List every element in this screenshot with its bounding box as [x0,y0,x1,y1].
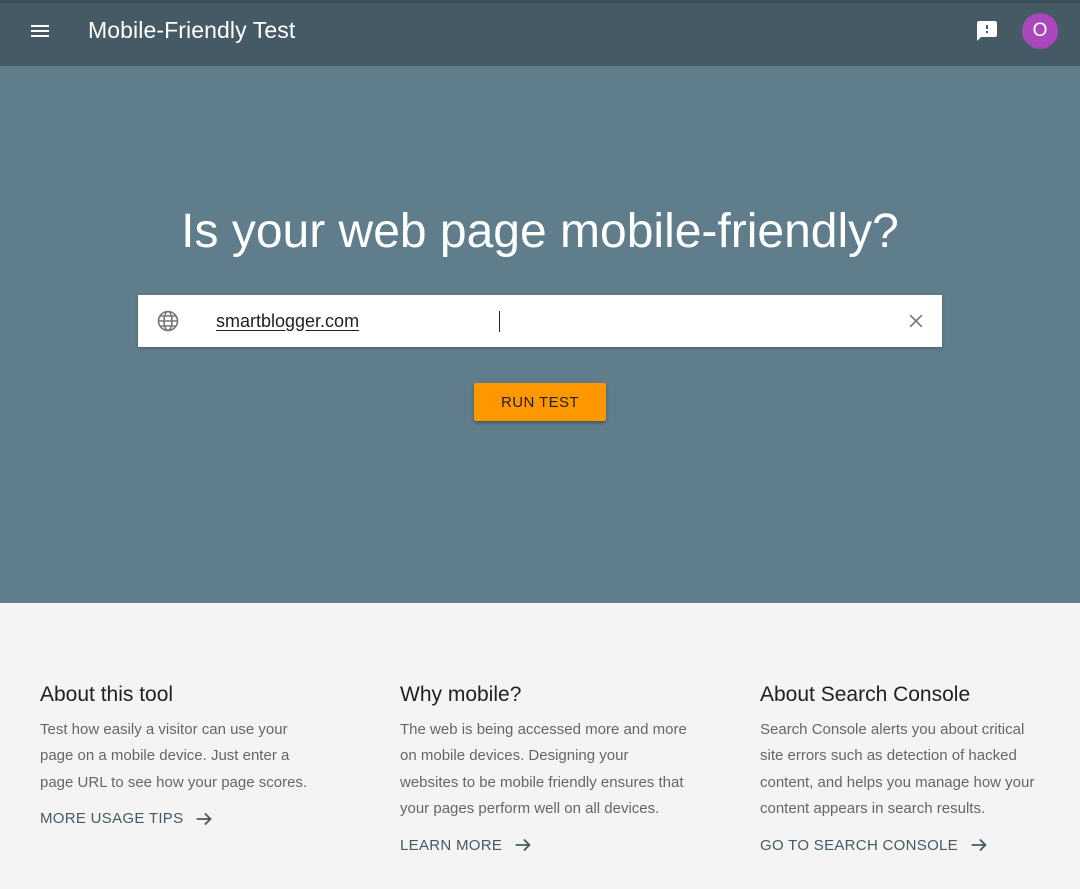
arrow-right-icon [971,839,987,852]
run-test-button[interactable]: RUN TEST [474,383,606,421]
section-body: Search Console alerts you about critical… [760,721,1035,817]
url-search-box [138,295,942,347]
feedback-icon [977,21,997,41]
app-title: Mobile-Friendly Test [88,17,296,43]
clear-button[interactable] [902,307,930,335]
feedback-button[interactable] [969,13,1005,49]
menu-icon [31,25,49,37]
learn-more-link[interactable]: LEARN MORE [400,834,690,856]
hero-section: Is your web page mobile-friendly? RUN TE… [0,66,1080,603]
section-heading: Why mobile? [400,683,522,706]
text-cursor [499,311,500,332]
section-heading: About Search Console [760,683,971,706]
globe-icon [157,310,179,332]
search-console-link[interactable]: GO TO SEARCH CONSOLE [760,834,1050,856]
section-body: The web is being accessed more and more … [400,721,687,817]
arrow-right-icon [197,812,213,826]
link-label: LEARN MORE [400,836,503,854]
url-input[interactable] [216,305,896,337]
page-title: Is your web page mobile-friendly? [181,205,899,258]
about-tool-section: About this tool Test how easily a visito… [40,683,320,830]
close-icon [909,314,923,328]
why-mobile-section: Why mobile? The web is being accessed mo… [400,683,690,856]
search-console-section: About Search Console Search Console aler… [760,683,1050,856]
menu-button[interactable] [22,13,58,49]
section-heading: About this tool [40,683,174,706]
more-usage-tips-link[interactable]: MORE USAGE TIPS [40,808,320,830]
account-avatar[interactable]: O [1022,13,1058,49]
section-body: Test how easily a visitor can use your p… [40,721,308,791]
arrow-right-icon [515,839,531,852]
link-label: GO TO SEARCH CONSOLE [760,836,958,854]
link-label: MORE USAGE TIPS [40,810,184,828]
top-app-bar: Mobile-Friendly Test O [0,0,1080,66]
